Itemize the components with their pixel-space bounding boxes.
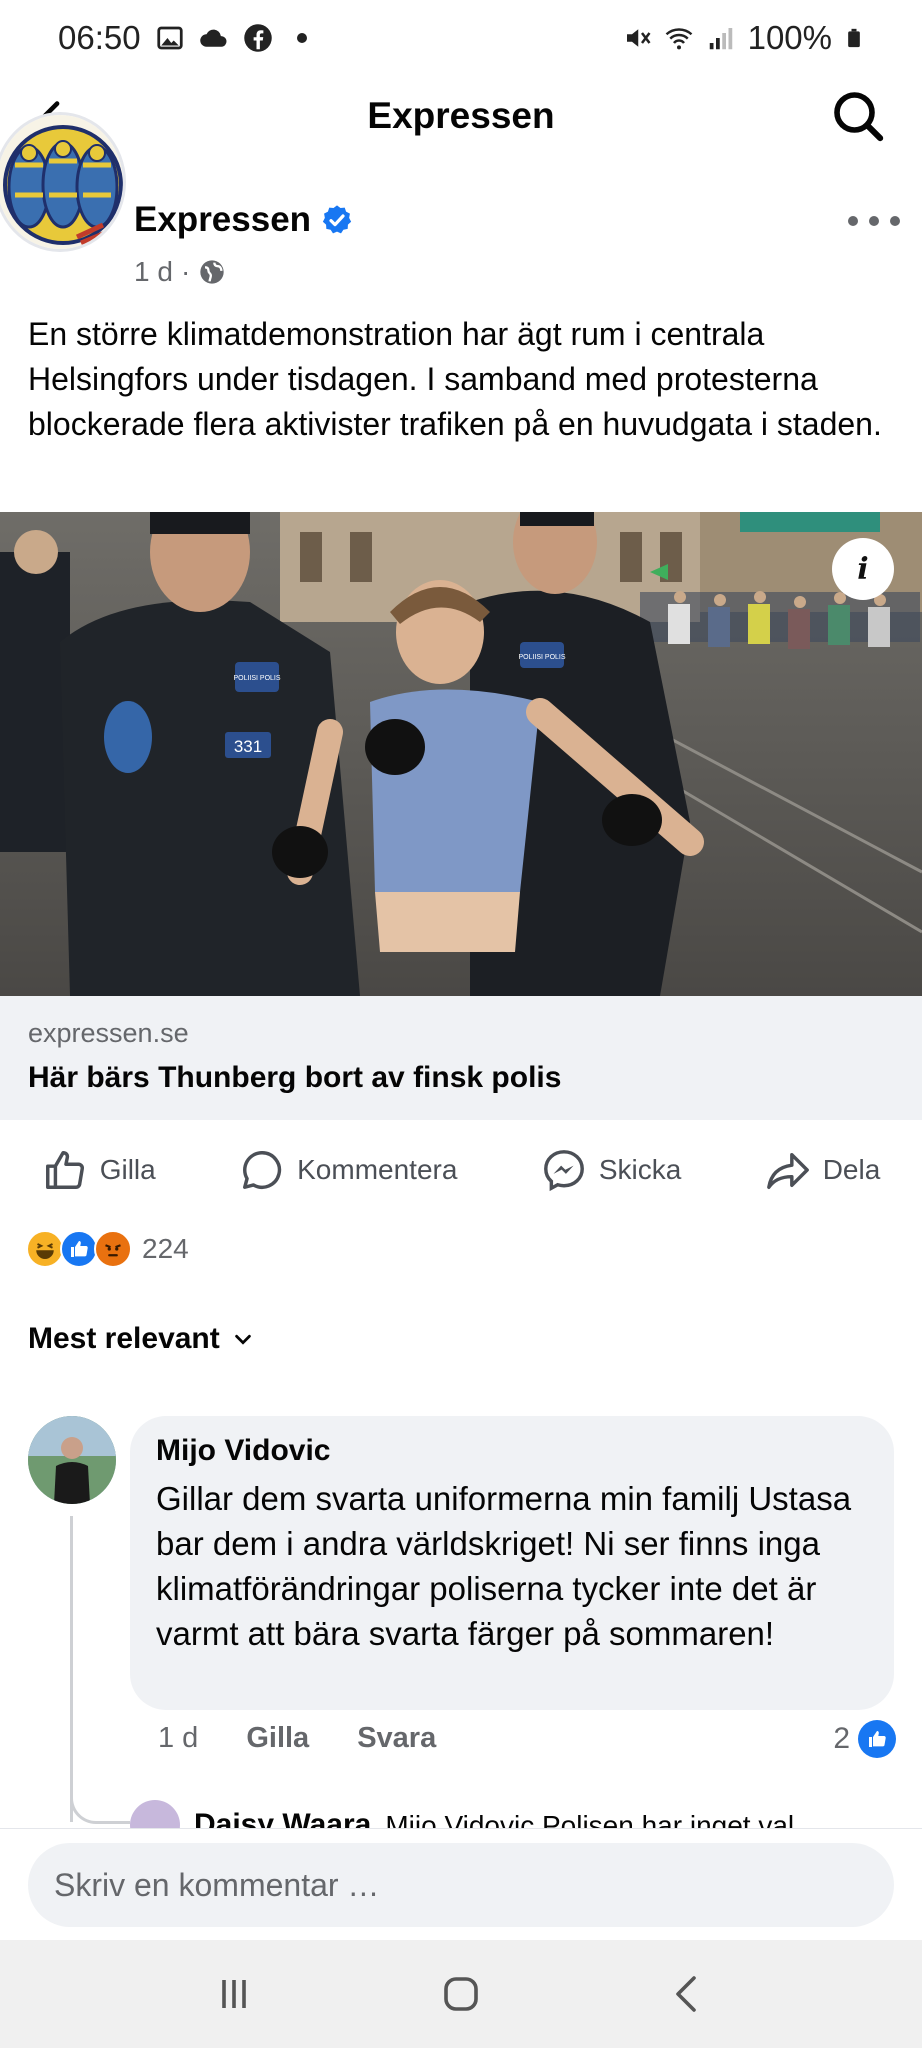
badge-number-331: 331 [234, 737, 262, 756]
cloud-icon [199, 29, 227, 47]
post-text: En större klimatdemonstration har ägt ru… [28, 316, 882, 442]
comment-meta: 1 d Gilla Svara [158, 1722, 436, 1755]
send-label: Skicka [598, 1154, 682, 1185]
chevron-down-icon [234, 1334, 251, 1345]
comment-bubble[interactable]: Mijo Vidovic Gillar dem svarta uniformer… [130, 1416, 894, 1710]
post-age[interactable]: 1 d [134, 256, 173, 288]
app-header: Expressen [0, 76, 922, 156]
like-badge-icon [858, 1720, 896, 1758]
wifi-icon [665, 28, 692, 50]
sort-label: Mest relevant [28, 1322, 220, 1355]
page-title: Expressen [367, 95, 555, 136]
globe-icon [200, 260, 224, 284]
reply-text: Mijo Vidovic Polisen har inget val [385, 1810, 795, 1830]
verified-badge-icon [322, 205, 352, 234]
page-avatar[interactable] [0, 112, 126, 252]
comment-like-button[interactable]: Gilla [246, 1722, 309, 1755]
comment-button[interactable]: Kommentera [239, 1147, 457, 1193]
system-nav-bar [0, 1940, 922, 2048]
share-arrow-icon [766, 1152, 809, 1189]
comment-age[interactable]: 1 d [158, 1722, 198, 1755]
home-icon[interactable] [437, 1970, 485, 2018]
gallery-icon [156, 26, 183, 50]
messenger-icon [543, 1150, 584, 1192]
more-options-button[interactable] [848, 206, 900, 236]
comment-bubble-icon [243, 1151, 282, 1189]
avatar-photo [28, 1416, 116, 1504]
comment-label: Kommentera [297, 1154, 458, 1185]
like-button[interactable]: Gilla [42, 1147, 156, 1193]
page-name[interactable]: Expressen [134, 200, 311, 240]
post-image[interactable]: 331 POLIISI POLIS POLIISI POLIS i [0, 512, 922, 996]
link-title: Här bärs Thunberg bort av finsk polis [28, 1061, 562, 1094]
thread-connector [70, 1790, 130, 1824]
battery-icon [848, 28, 860, 48]
photo-police-protest: 331 POLIISI POLIS POLIISI POLIS [0, 512, 922, 996]
reply-avatar[interactable] [130, 1800, 180, 1830]
reaction-summary[interactable]: 224 [26, 1230, 189, 1268]
share-label: Dela [822, 1154, 881, 1185]
meta-separator: · [180, 256, 191, 287]
send-button[interactable]: Skicka [541, 1147, 681, 1193]
post-actions: Gilla Kommentera Skicka Dela [0, 1132, 922, 1208]
link-preview[interactable]: expressen.se Här bärs Thunberg bort av f… [0, 996, 922, 1120]
battery-percent: 100% [747, 19, 832, 56]
facebook-icon [243, 24, 272, 52]
angry-reaction-icon [94, 1230, 132, 1268]
info-icon[interactable]: i [832, 538, 894, 600]
more-dots-icon [848, 216, 858, 226]
share-button[interactable]: Dela [765, 1147, 881, 1193]
badge-chest-right: POLIISI POLIS [518, 654, 565, 661]
status-time: 06:50 [58, 19, 141, 56]
comment-text: Gillar dem svarta uniformerna min familj… [156, 1480, 852, 1652]
thumbs-up-icon [45, 1151, 84, 1189]
link-domain: expressen.se [28, 1018, 189, 1048]
comment-input[interactable]: Skriv en kommentar … [28, 1843, 894, 1927]
mute-icon [626, 29, 651, 47]
comment-author[interactable]: Mijo Vidovic [156, 1434, 868, 1468]
search-icon[interactable] [830, 88, 886, 144]
thread-line [70, 1516, 73, 1822]
status-bar: 06:50 100% [0, 0, 922, 76]
haha-reaction-icon [26, 1230, 64, 1268]
comment-like-count[interactable]: 2 [833, 1720, 896, 1758]
post-meta: 1 d · [134, 256, 226, 288]
recent-apps-icon[interactable] [210, 1970, 258, 2018]
commenter-avatar[interactable] [28, 1416, 116, 1504]
back-icon[interactable] [664, 1970, 712, 2018]
comment-composer-bar: Skriv en kommentar … [0, 1828, 922, 1940]
reply-author[interactable]: Daisy Waara [194, 1808, 371, 1830]
comment-reply-button[interactable]: Svara [357, 1722, 436, 1755]
like-label: Gilla [99, 1154, 156, 1185]
notification-dot-icon [296, 33, 307, 43]
badge-chest-left: POLIISI POLIS [233, 675, 280, 682]
like-reaction-icon [60, 1230, 98, 1268]
crest-logo-icon [0, 115, 123, 249]
comment-sort-dropdown[interactable]: Mest relevant [28, 1322, 254, 1356]
comment-likes-number: 2 [833, 1722, 850, 1755]
reply-item[interactable]: Daisy Waara Mijo Vidovic Polisen har ing… [130, 1800, 794, 1830]
signal-icon [709, 28, 732, 50]
post-header: Expressen [134, 200, 353, 240]
reaction-count: 224 [142, 1233, 189, 1264]
